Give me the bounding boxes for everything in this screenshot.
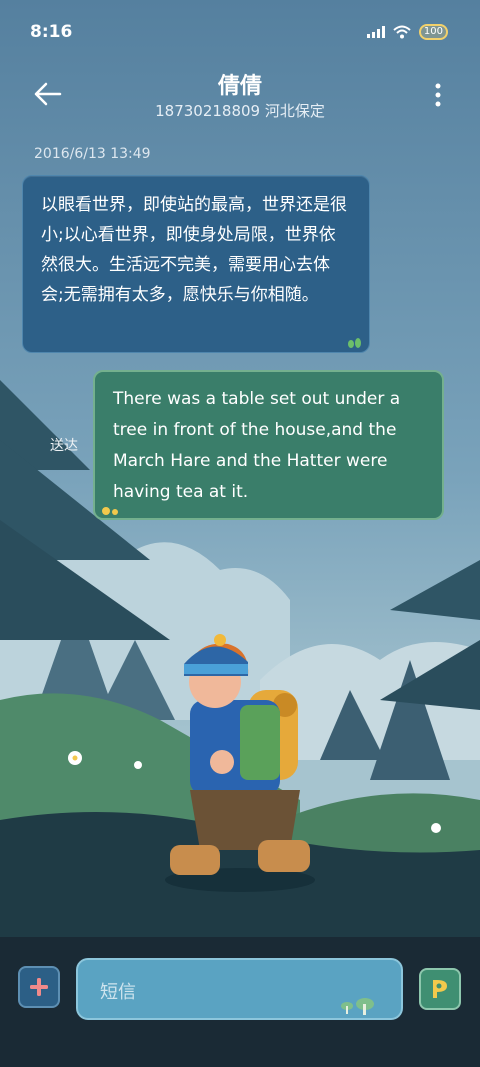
wifi-icon [393,25,411,39]
contact-number-location: 18730218809 河北保定 [155,102,325,120]
incoming-message-text: 以眼看世界，即使站的最高，世界还是很小;以心看世界，即使身处局限，世界依然很大。… [41,195,347,305]
mushroom-decoration-icon [341,998,374,1015]
message-input[interactable]: 短信 [76,958,403,1020]
outgoing-message-text: There was a table set out under a tree i… [113,389,401,502]
add-attachment-button[interactable] [18,966,60,1008]
status-time: 8:16 [30,22,73,42]
incoming-message-bubble[interactable]: 以眼看世界，即使站的最高，世界还是很小;以心看世界，即使身处局限，世界依然很大。… [22,175,370,353]
status-bar: 8:16 100 [0,0,480,66]
outgoing-message-bubble[interactable]: There was a table set out under a tree i… [93,370,444,520]
status-icons: 100 [366,24,448,40]
send-icon [433,980,447,998]
battery-icon: 100 [418,24,448,40]
flower-decoration-icon [102,507,118,515]
more-vertical-icon[interactable] [428,80,448,110]
send-button[interactable] [419,968,461,1010]
message-timestamp: 2016/6/13 13:49 [34,146,151,162]
signal-icon [366,26,385,38]
conversation-header: 倩倩 18730218809 河北保定 [0,60,480,130]
plus-icon [30,978,48,996]
delivery-status: 送达 [50,438,78,454]
leaf-decoration-icon [348,338,361,348]
contact-name: 倩倩 [217,74,262,99]
message-input-placeholder: 短信 [100,982,136,1003]
